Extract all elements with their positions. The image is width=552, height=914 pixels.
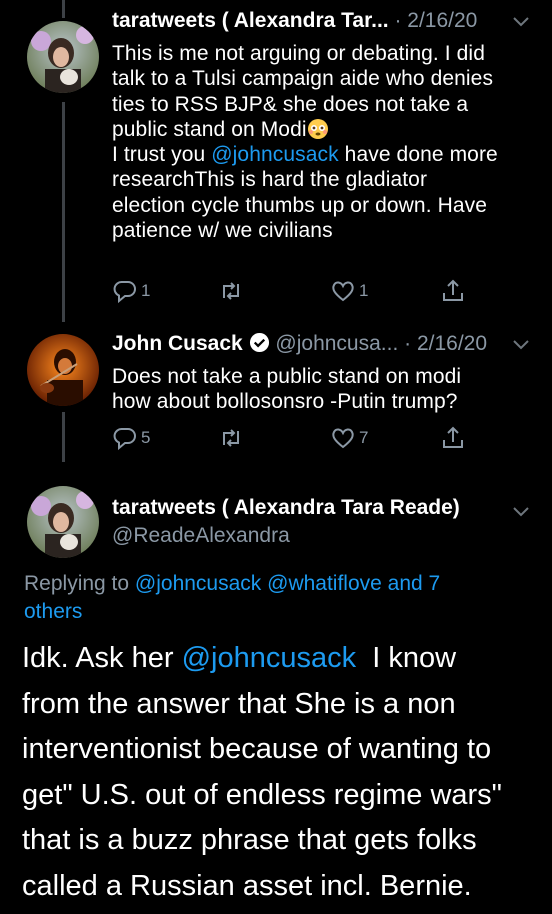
text-line: This is me not arguing or debating. I di…: [112, 42, 485, 65]
text-fragment: Idk. Ask her: [22, 642, 182, 674]
text-fragment: I know: [356, 642, 457, 674]
mention-link[interactable]: @johncusack: [182, 642, 357, 674]
share-button[interactable]: [440, 423, 466, 453]
like-count: 1: [359, 281, 369, 300]
reply-button[interactable]: 1: [112, 276, 150, 306]
share-button[interactable]: [440, 276, 466, 306]
like-button[interactable]: 7: [330, 423, 368, 453]
chevron-down-icon[interactable]: [510, 494, 532, 528]
replying-to: Replying to @johncusack @whatiflove and …: [24, 570, 524, 626]
like-button[interactable]: 1: [330, 276, 368, 306]
author-name[interactable]: John Cusack: [112, 332, 243, 355]
text-line: public stand on Modi: [112, 117, 538, 142]
replying-others-link[interactable]: others: [24, 600, 82, 623]
text-line: Does not take a public stand on modi: [112, 365, 462, 388]
avatar[interactable]: [27, 486, 99, 558]
tweet-text: Does not take a public stand on modi how…: [112, 364, 538, 415]
text-line: Idk. Ask her @johncusack I know: [22, 636, 542, 682]
text-line: ties to RSS BJP& she does not take a: [112, 92, 469, 116]
tweet-header: John Cusack @johncusa... · 2/16/20: [112, 327, 532, 361]
tweet-actions: 5 7: [112, 423, 472, 453]
text-line: called a Russian asset incl. Bernie.: [22, 869, 472, 902]
avatar[interactable]: [27, 334, 99, 406]
text-line: how about bollosonsro -Putin trump?: [112, 390, 458, 414]
retweet-icon: [223, 282, 239, 300]
tweet-actions: 1 1: [112, 276, 472, 306]
retweet-button[interactable]: [218, 276, 244, 306]
text-line: I trust you @johncusack have done more: [112, 142, 538, 167]
reply-count: 1: [141, 281, 151, 300]
reply-button[interactable]: 5: [112, 423, 150, 453]
text-line: get" U.S. out of endless regime wars": [22, 778, 502, 811]
mention-link[interactable]: @johncusack: [211, 143, 338, 166]
retweet-button[interactable]: [218, 423, 244, 453]
text-line: from the answer that She is a non: [22, 687, 456, 720]
replying-mentions[interactable]: @johncusack @whatiflove and 7: [135, 572, 440, 595]
text-fragment: I trust you: [112, 143, 212, 167]
chevron-down-icon[interactable]: [510, 4, 532, 38]
tweet-header: taratweets ( Alexandra Tar... · 2/16/20: [112, 4, 532, 38]
author-name[interactable]: taratweets ( Alexandra Tara Reade): [112, 494, 460, 522]
main-tweet-text: Idk. Ask her @johncusack I know from the…: [22, 636, 542, 909]
reply-icon: [113, 428, 136, 451]
tweet-1[interactable]: taratweets ( Alexandra Tar... · 2/16/20 …: [0, 4, 552, 314]
avatar[interactable]: [27, 21, 99, 93]
text-line: researchThis is hard the gladiator: [112, 168, 428, 192]
like-icon: [332, 281, 354, 302]
tweet-meta: · 2/16/20: [394, 9, 478, 32]
tweet-2[interactable]: John Cusack @johncusa... · 2/16/20 Does …: [0, 327, 552, 467]
text-line: patience w/ we civilians: [112, 219, 333, 243]
text-line: interventionist because of wanting to: [22, 733, 492, 765]
share-icon: [443, 279, 463, 301]
tweet-text: This is me not arguing or debating. I di…: [112, 41, 538, 243]
text-line: that is a buzz phrase that gets folks: [22, 824, 477, 856]
like-count: 7: [359, 428, 369, 447]
retweet-icon: [223, 429, 239, 447]
share-icon: [443, 426, 463, 448]
reply-count: 5: [141, 428, 151, 447]
text-line: election cycle thumbs up or down. Have: [112, 193, 487, 217]
chevron-down-icon[interactable]: [510, 327, 532, 361]
text-fragment: public stand on Modi: [112, 117, 307, 141]
text-fragment: have done more: [338, 143, 498, 167]
flushed-face-emoji-icon: [307, 118, 328, 139]
main-tweet-header: taratweets ( Alexandra Tara Reade) @Read…: [112, 494, 460, 550]
author-name[interactable]: taratweets ( Alexandra Tar...: [112, 9, 389, 32]
replying-label: Replying to: [24, 572, 135, 595]
like-icon: [332, 428, 354, 449]
author-handle[interactable]: @ReadeAlexandra: [112, 522, 460, 550]
tweet-meta: @johncusa... · 2/16/20: [275, 332, 488, 355]
verified-badge-icon: [249, 332, 269, 353]
text-line: talk to a Tulsi campaign aide who denies: [112, 67, 494, 91]
reply-icon: [113, 281, 136, 304]
